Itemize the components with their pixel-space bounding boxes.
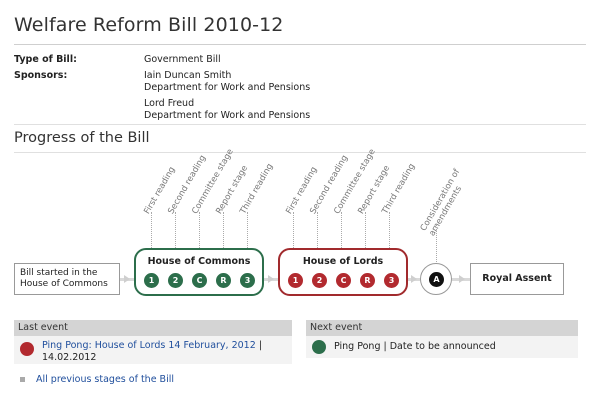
next-event-text: Ping Pong | Date to be announced [334,341,496,352]
bill-start-box: Bill started in the House of Commons [14,263,120,295]
arrow-right-icon [411,275,417,283]
last-event-header: Last event [14,320,292,336]
sponsor-department-link[interactable]: Department for Work and Pensions [144,109,310,122]
royal-assent-box: Royal Assent [470,263,564,295]
all-previous-stages-link[interactable]: All previous stages of the Bill [36,374,174,385]
bill-start-line2: House of Commons [20,279,108,289]
house-of-commons-stages: House of Commons 1 2 C R 3 [134,248,264,296]
bill-start-line1: Bill started in the [20,268,98,278]
amendments-stage: A [420,263,452,295]
commons-stage-report[interactable]: R [216,273,231,288]
type-of-bill-value: Government Bill [144,54,221,65]
house-of-commons-title: House of Commons [147,256,251,267]
commons-stage-third-reading[interactable]: 3 [240,273,255,288]
title-divider [14,44,586,45]
arrow-right-icon [268,275,274,283]
details-divider [14,124,586,125]
type-of-bill-label: Type of Bill: [14,54,77,65]
sponsors-label: Sponsors: [14,70,68,81]
bill-details: Type of Bill: Government Bill Sponsors: … [14,53,574,123]
amendments-marker[interactable]: A [429,272,444,287]
lords-stage-report[interactable]: R [360,273,375,288]
commons-stage-committee[interactable]: C [192,273,207,288]
page-title: Welfare Reform Bill 2010-12 [14,14,284,36]
commons-stage-first-reading[interactable]: 1 [144,273,159,288]
arrow-right-icon [124,275,130,283]
sponsor-department-link[interactable]: Department for Work and Pensions [144,81,310,94]
last-event-panel: Ping Pong: House of Lords 14 February, 2… [14,336,292,364]
green-dot-icon [312,340,326,354]
house-of-lords-stages: House of Lords 1 2 C R 3 [278,248,408,296]
last-event-separator: | [258,340,263,351]
next-event-panel: Ping Pong | Date to be announced [306,336,578,358]
bullet-icon [20,377,25,382]
house-of-lords-title: House of Lords [302,256,384,267]
red-dot-icon [20,342,34,356]
stage-label-amendments: Consideration of amendments [418,167,465,238]
lords-stage-first-reading[interactable]: 1 [288,273,303,288]
progress-divider [14,152,586,153]
stage-guide-line [436,224,437,264]
last-event-link[interactable]: Ping Pong: House of Lords 14 February, 2… [42,340,256,351]
lords-stage-committee[interactable]: C [336,273,351,288]
commons-stage-second-reading[interactable]: 2 [168,273,183,288]
arrow-right-icon [459,275,465,283]
last-event-date: 14.02.2012 [42,352,97,363]
lords-stage-second-reading[interactable]: 2 [312,273,327,288]
next-event-header: Next event [306,320,578,336]
progress-title: Progress of the Bill [14,130,150,146]
lords-stage-third-reading[interactable]: 3 [384,273,399,288]
